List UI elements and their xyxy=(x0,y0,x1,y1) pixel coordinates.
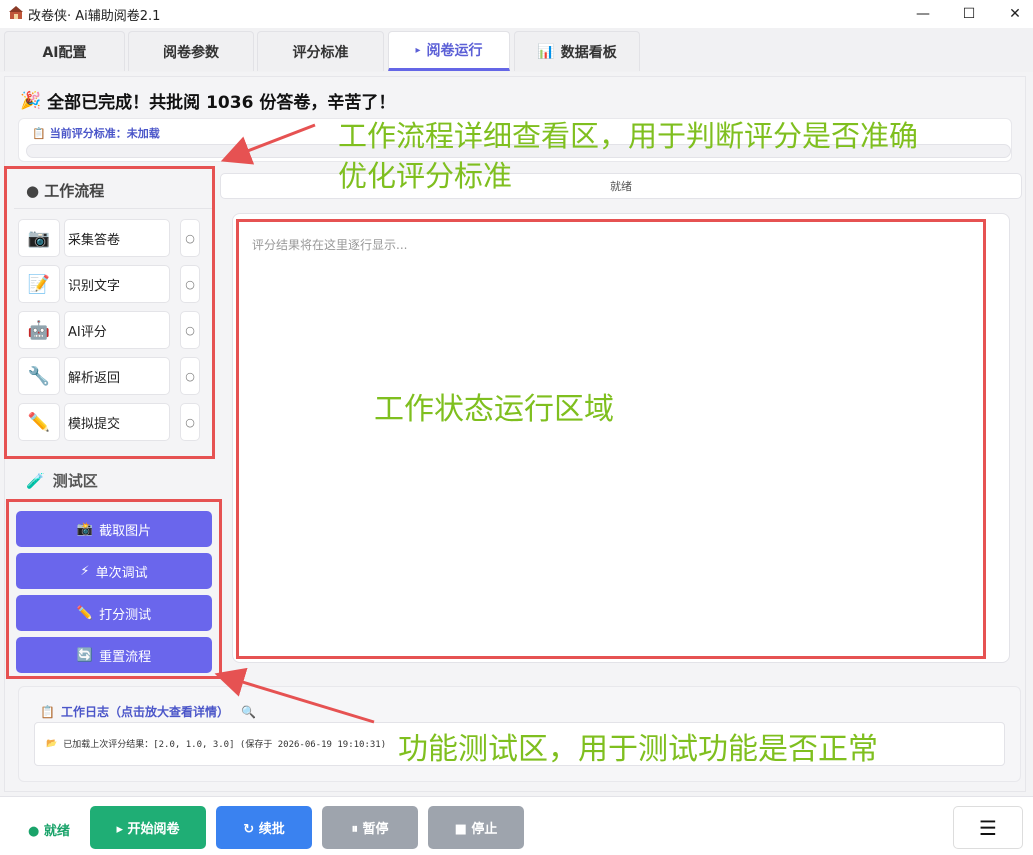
annotation-test-note: 功能测试区，用于测试功能是否正常 xyxy=(398,732,878,767)
annotation-workflow-note: 工作流程详细查看区，用于判断评分是否准确 优化评分标准 xyxy=(338,119,919,193)
annotation-output-note: 工作状态运行区域 xyxy=(374,392,614,427)
